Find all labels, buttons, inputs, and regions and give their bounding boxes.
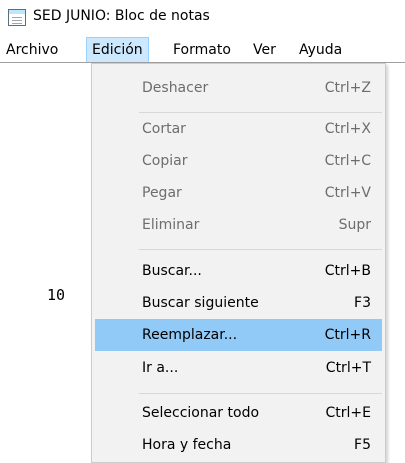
menu-item-label: Seleccionar todo [142,405,260,421]
menu-item-ir-a[interactable]: Ir a... Ctrl+T [95,352,382,384]
menu-item-shortcut: Ctrl+E [325,405,372,421]
menu-item-label: Hora y fecha [142,437,232,453]
menu-item-shortcut: F5 [354,437,371,453]
menu-item-label: Copiar [142,153,188,169]
menu-item-buscar[interactable]: Buscar... Ctrl+B [95,255,382,287]
menu-archivo[interactable]: Archivo [6,39,58,61]
menu-item-shortcut: Ctrl+R [324,327,371,343]
menu-edicion[interactable]: Edición [86,37,149,63]
menu-item-label: Deshacer [142,80,209,96]
menu-ayuda[interactable]: Ayuda [299,39,342,61]
menu-item-label: Buscar siguiente [142,295,259,311]
menu-item-shortcut: Ctrl+Z [324,80,371,96]
window-title: SED JUNIO: Bloc de notas [33,8,210,24]
menu-item-shortcut: Ctrl+T [325,360,371,376]
menu-item-label: Cortar [142,121,186,137]
menu-item-seleccionar-todo[interactable]: Seleccionar todo Ctrl+E [95,397,382,429]
menu-item-shortcut: Ctrl+X [324,121,371,137]
title-bar: SED JUNIO: Bloc de notas [0,0,405,34]
menu-item-label: Pegar [142,185,182,201]
menu-item-copiar[interactable]: Copiar Ctrl+C [95,145,382,177]
menu-item-reemplazar[interactable]: Reemplazar... Ctrl+R [95,319,382,351]
editor-text-area[interactable]: 10 [47,286,65,304]
menu-item-shortcut: Ctrl+B [324,263,371,279]
menu-separator [139,249,382,250]
menu-item-deshacer[interactable]: Deshacer Ctrl+Z [95,72,382,104]
menu-item-eliminar[interactable]: Eliminar Supr [95,209,382,241]
menu-item-label: Eliminar [142,217,200,233]
menu-item-label: Buscar... [142,263,202,279]
menu-item-shortcut: Ctrl+V [324,185,371,201]
edicion-dropdown-menu: Deshacer Ctrl+Z Cortar Ctrl+X Copiar Ctr… [91,63,386,463]
menu-ver[interactable]: Ver [253,39,276,61]
menu-item-buscar-siguiente[interactable]: Buscar siguiente F3 [95,287,382,319]
menu-item-shortcut: Ctrl+C [324,153,371,169]
menu-item-pegar[interactable]: Pegar Ctrl+V [95,177,382,209]
menu-item-cortar[interactable]: Cortar Ctrl+X [95,113,382,145]
menu-item-hora-y-fecha[interactable]: Hora y fecha F5 [95,429,382,461]
notepad-icon [8,9,26,26]
menu-item-label: Ir a... [142,360,179,376]
menu-item-shortcut: Supr [338,217,371,233]
menu-item-shortcut: F3 [354,295,371,311]
menu-separator [139,393,382,394]
menu-formato[interactable]: Formato [173,39,231,61]
menu-item-label: Reemplazar... [142,327,238,343]
